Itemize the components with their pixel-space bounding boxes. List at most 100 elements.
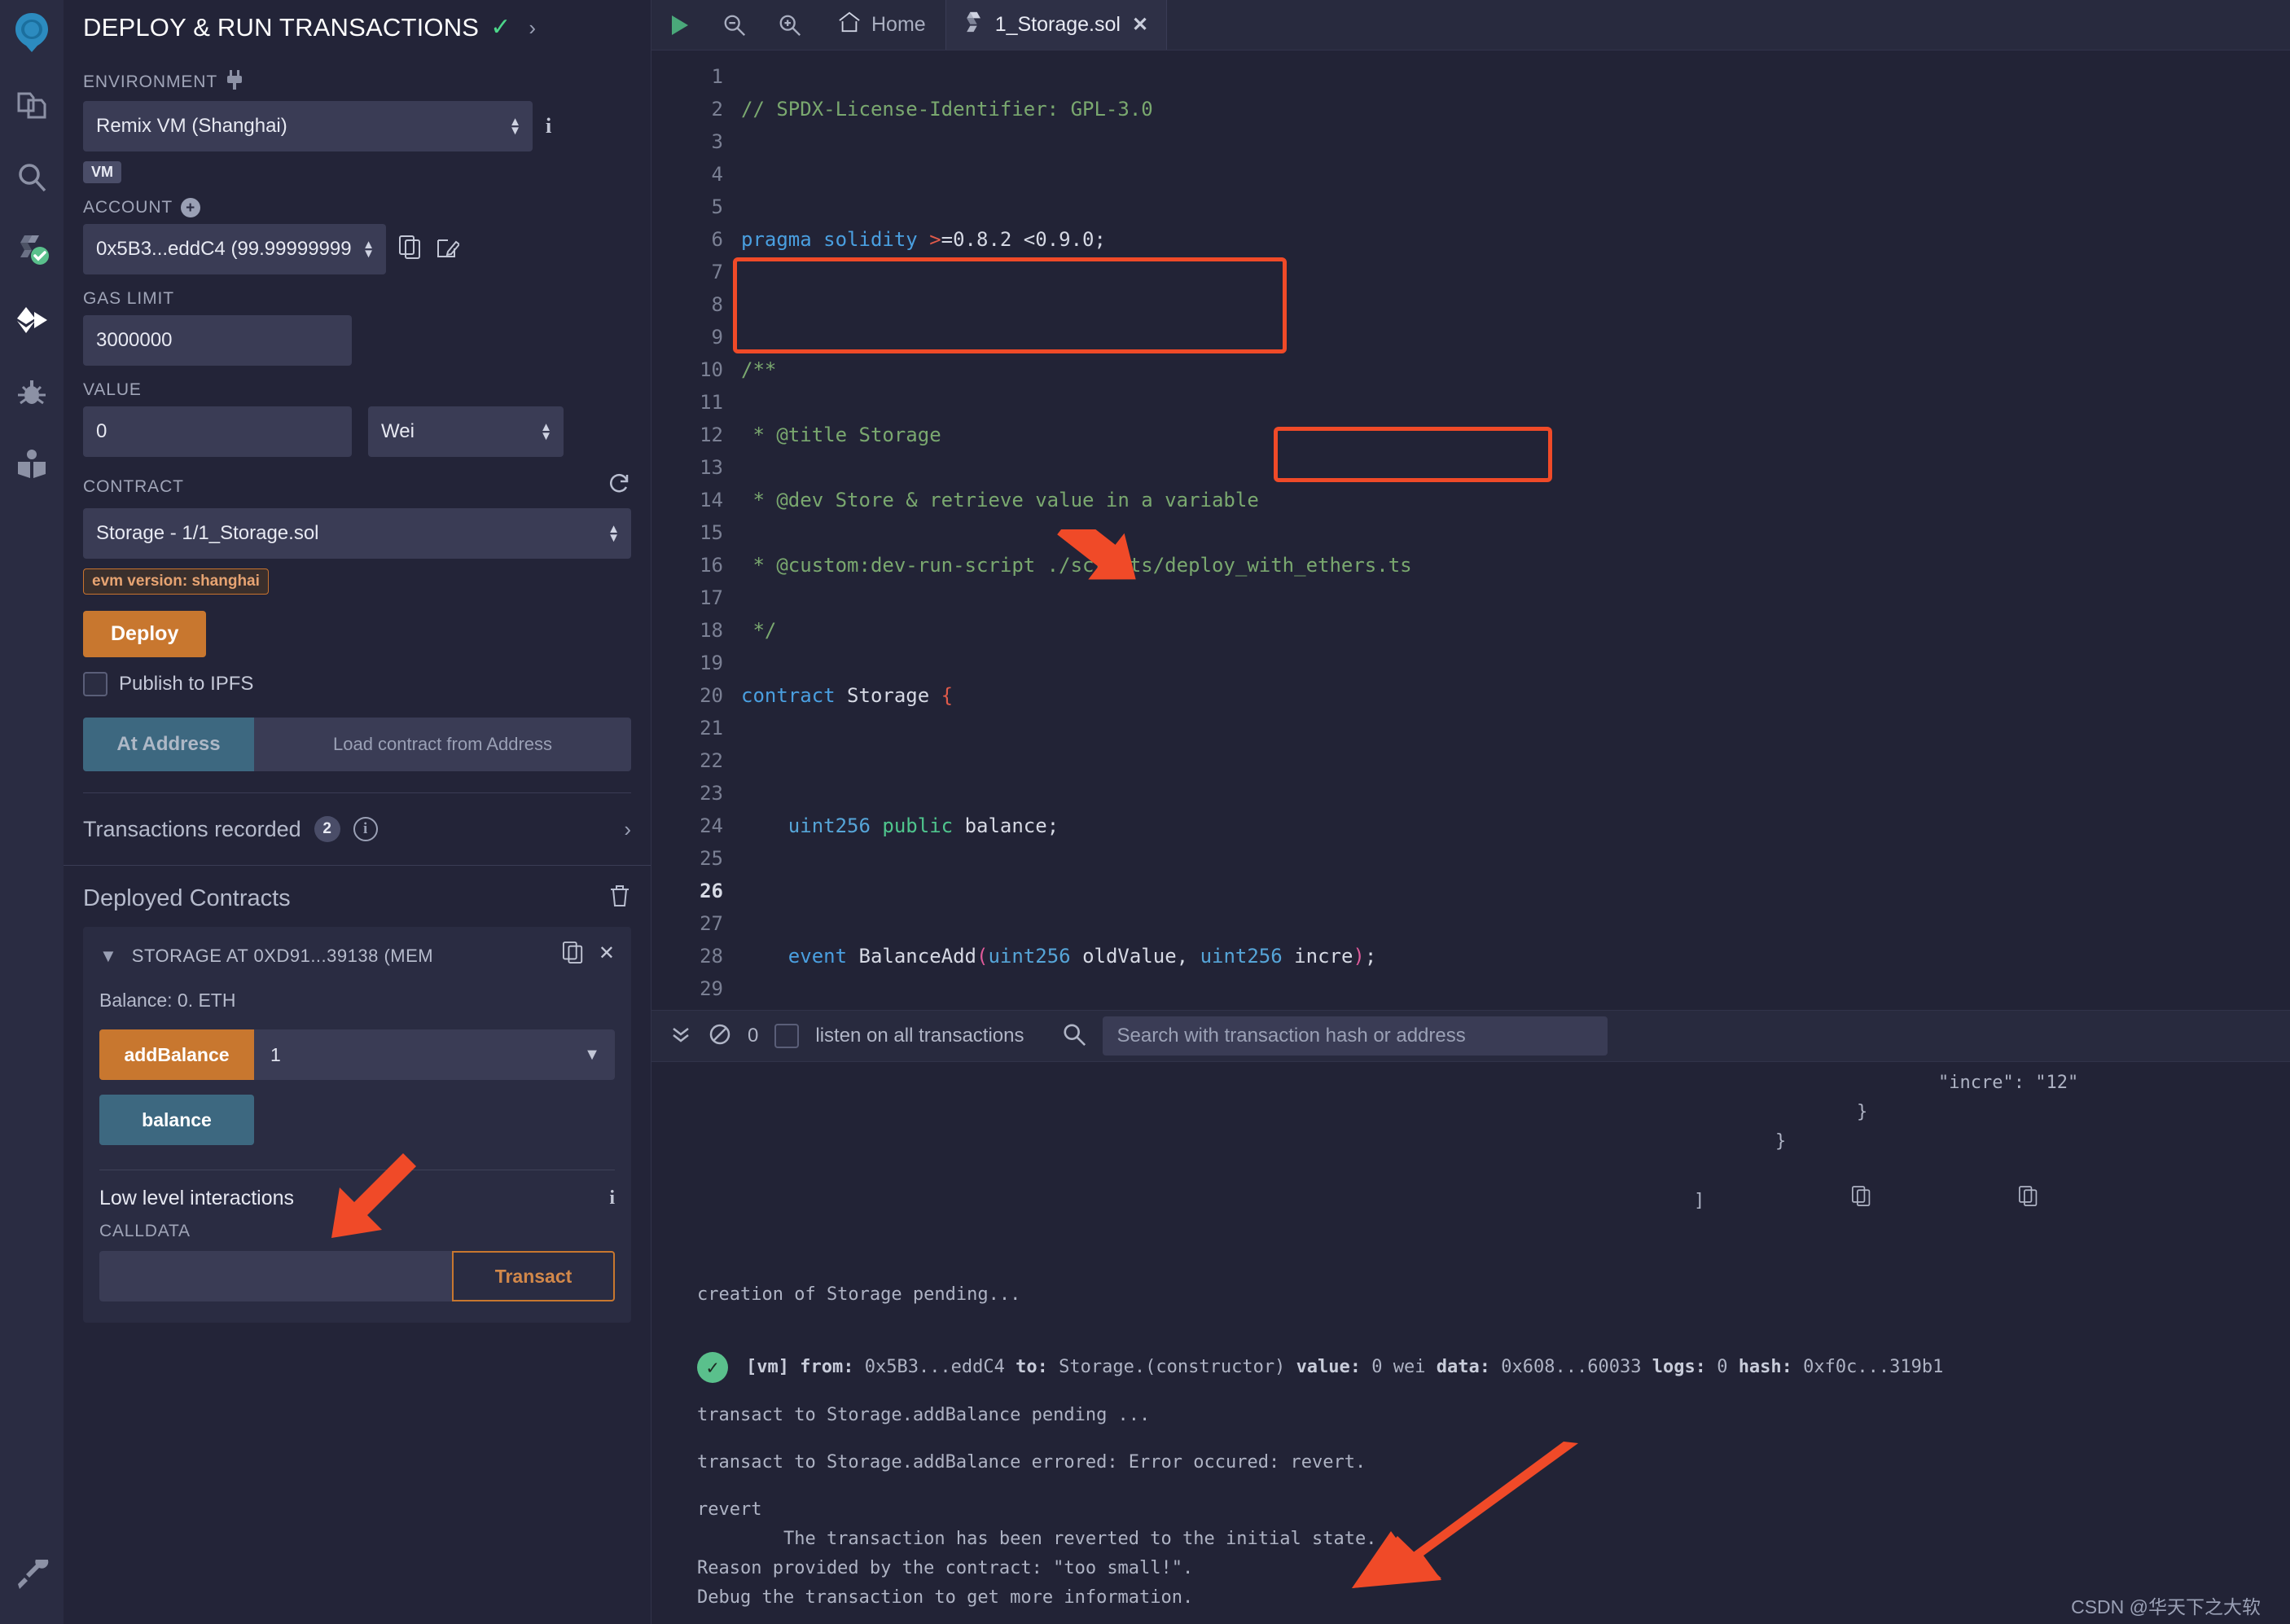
source-code[interactable]: // SPDX-License-Identifier: GPL-3.0 prag… bbox=[741, 60, 2290, 1010]
page-title: DEPLOY & RUN TRANSACTIONS bbox=[83, 13, 480, 42]
transactions-info-icon[interactable]: i bbox=[353, 817, 378, 841]
search-icon[interactable] bbox=[7, 153, 56, 202]
chevron-updown-icon: ▲ ▼ bbox=[540, 419, 552, 443]
chevron-double-down-icon[interactable] bbox=[669, 1023, 692, 1050]
search-icon[interactable] bbox=[1062, 1022, 1086, 1051]
log-line-reverted-state: The transaction has been reverted to the… bbox=[697, 1529, 1377, 1549]
copy-icon[interactable] bbox=[1889, 1157, 2038, 1246]
log-line-pending: transact to Storage.addBalance pending .… bbox=[697, 1405, 1151, 1425]
json-tail-block: "incre": "12" } } ] bbox=[651, 1062, 2290, 1246]
account-actions bbox=[399, 235, 461, 264]
value-label: VALUE bbox=[83, 380, 142, 399]
terminal-output[interactable]: "incre": "12" } } ] creation of Storage … bbox=[651, 1062, 2290, 1624]
publish-ipfs-checkbox[interactable] bbox=[83, 672, 107, 696]
edit-icon[interactable] bbox=[437, 235, 461, 264]
at-address-input[interactable]: Load contract from Address bbox=[254, 718, 631, 771]
log-line-errored: transact to Storage.addBalance errored: … bbox=[697, 1452, 1367, 1473]
close-icon[interactable]: ✕ bbox=[1132, 13, 1148, 37]
run-script-icon[interactable] bbox=[651, 11, 707, 39]
trash-icon[interactable] bbox=[608, 884, 631, 914]
contract-balance: Balance: 0. ETH bbox=[99, 990, 236, 1011]
listen-all-checkbox[interactable] bbox=[774, 1024, 800, 1048]
solidity-compiler-icon[interactable] bbox=[7, 225, 56, 274]
low-level-info-icon[interactable]: i bbox=[609, 1187, 615, 1209]
value-unit-select[interactable]: Wei ▲ ▼ bbox=[368, 406, 564, 457]
chevron-right-icon[interactable]: › bbox=[624, 817, 631, 842]
tab-storage-sol[interactable]: 1_Storage.sol ✕ bbox=[945, 0, 1168, 50]
plugin-manager-icon[interactable] bbox=[7, 440, 56, 489]
deploy-run-icon[interactable] bbox=[7, 296, 56, 345]
deployed-contracts-label: Deployed Contracts bbox=[83, 885, 291, 911]
json-line: ] bbox=[1694, 1191, 1705, 1211]
value-input[interactable]: 0 bbox=[83, 406, 352, 457]
add-balance-row: addBalance 1 ▼ bbox=[99, 1029, 615, 1080]
json-line: } bbox=[1857, 1102, 1868, 1122]
contract-card-title: STORAGE AT 0XD91...39138 (MEM bbox=[131, 945, 434, 966]
low-level-header: Low level interactions i bbox=[99, 1187, 615, 1210]
account-label: ACCOUNT + bbox=[83, 198, 631, 217]
listen-all-label: listen on all transactions bbox=[815, 1025, 1024, 1047]
log-line-revert: revert bbox=[697, 1499, 762, 1520]
environment-info-icon[interactable]: i bbox=[546, 114, 551, 138]
zoom-out-icon[interactable] bbox=[707, 13, 762, 37]
remix-logo-icon[interactable] bbox=[7, 8, 56, 57]
panel-body: ENVIRONMENT Remix VM (Shanghai) ▲▼ i VM bbox=[64, 50, 651, 793]
icon-rail bbox=[0, 0, 64, 1624]
solidity-file-icon bbox=[964, 11, 984, 39]
evm-version-badge: evm version: shanghai bbox=[83, 568, 269, 595]
account-select[interactable]: 0x5B3...eddC4 (99.99999999 ▲ ▼ bbox=[83, 224, 386, 274]
environment-select[interactable]: Remix VM (Shanghai) ▲ ▼ bbox=[83, 101, 533, 151]
home-icon bbox=[837, 11, 862, 39]
tab-home[interactable]: Home bbox=[818, 0, 945, 50]
environment-row: Remix VM (Shanghai) ▲ ▼ i bbox=[83, 101, 631, 151]
copy-icon[interactable] bbox=[399, 235, 422, 264]
json-line: } bbox=[1775, 1131, 1787, 1152]
copy-icon[interactable] bbox=[1722, 1157, 1871, 1246]
watermark: CSDN @华天下之大软 bbox=[2071, 1596, 2261, 1617]
close-icon[interactable]: ✕ bbox=[599, 941, 615, 970]
chevron-down-icon[interactable]: ▼ bbox=[569, 1029, 615, 1080]
chevron-right-icon[interactable]: › bbox=[529, 15, 536, 41]
gas-limit-label: GAS LIMIT bbox=[83, 289, 174, 308]
terminal-search: Search with transaction hash or address bbox=[1062, 1016, 2273, 1056]
calldata-row: Transact bbox=[99, 1251, 615, 1301]
copy-icon[interactable] bbox=[562, 941, 584, 970]
file-explorer-icon[interactable] bbox=[7, 81, 56, 130]
deploy-button[interactable]: Deploy bbox=[83, 611, 207, 657]
refresh-icon[interactable] bbox=[607, 472, 631, 502]
search-input[interactable]: Search with transaction hash or address bbox=[1102, 1016, 1608, 1056]
publish-ipfs-row[interactable]: Publish to IPFS bbox=[83, 672, 631, 696]
chevron-down-icon[interactable]: ▼ bbox=[99, 946, 117, 967]
panel-check-icon: ✓ bbox=[490, 14, 511, 41]
add-balance-button[interactable]: addBalance bbox=[99, 1029, 254, 1080]
add-balance-input[interactable]: 1 bbox=[254, 1029, 569, 1080]
gas-limit-input[interactable]: 3000000 bbox=[83, 315, 352, 366]
cancel-pending-icon[interactable] bbox=[708, 1023, 731, 1050]
contract-card-header[interactable]: ▼ STORAGE AT 0XD91...39138 (MEM ✕ bbox=[99, 941, 615, 970]
tx-success-text: [vm] from: 0x5B3...eddC4 to: Storage.(co… bbox=[746, 1357, 1944, 1377]
tab-home-label: Home bbox=[871, 13, 926, 36]
deployed-contracts-header: Deployed Contracts bbox=[64, 866, 651, 927]
vm-prefix: [vm] bbox=[746, 1357, 789, 1377]
code-editor[interactable]: 1234567 8 9 10 11 12 13 14 15 16 17 18 19 20 21 22 23… bbox=[651, 50, 2290, 1010]
tx-entry-success[interactable]: ✓ [vm] from: 0x5B3...eddC4 to: Storage.(… bbox=[651, 1352, 2290, 1383]
transactions-recorded-row[interactable]: Transactions recorded 2 i › bbox=[64, 793, 651, 866]
log-line-creation: creation of Storage pending... bbox=[697, 1284, 1021, 1305]
editor-tabbar: Home 1_Storage.sol ✕ bbox=[651, 0, 2290, 50]
debugger-icon[interactable] bbox=[7, 368, 56, 417]
line-number-gutter: 1234567 8 9 10 11 12 13 14 15 16 17 18 19 20 21 22 23… bbox=[651, 60, 741, 1010]
at-address-button[interactable]: At Address bbox=[83, 718, 254, 771]
balance-button[interactable]: balance bbox=[99, 1095, 254, 1145]
add-account-icon[interactable]: + bbox=[181, 198, 201, 217]
deploy-run-panel: DEPLOY & RUN TRANSACTIONS ✓ › ENVIRONMEN… bbox=[64, 0, 651, 1624]
terminal-toolbar: 0 listen on all transactions Search with… bbox=[651, 1010, 2290, 1062]
calldata-input[interactable] bbox=[99, 1251, 452, 1301]
contract-select[interactable]: Storage - 1/1_Storage.sol ▲ ▼ bbox=[83, 508, 631, 559]
value-row: 0 Wei ▲ ▼ bbox=[83, 406, 631, 457]
settings-icon[interactable] bbox=[7, 1552, 56, 1601]
deployed-contract-card: ▼ STORAGE AT 0XD91...39138 (MEM ✕ Balanc… bbox=[83, 927, 631, 1323]
at-address-row: At Address Load contract from Address bbox=[83, 718, 631, 771]
zoom-in-icon[interactable] bbox=[762, 13, 818, 37]
editor-and-terminal: Home 1_Storage.sol ✕ 1234567 8 9 10 11 1… bbox=[651, 0, 2290, 1624]
transact-button[interactable]: Transact bbox=[452, 1251, 615, 1301]
